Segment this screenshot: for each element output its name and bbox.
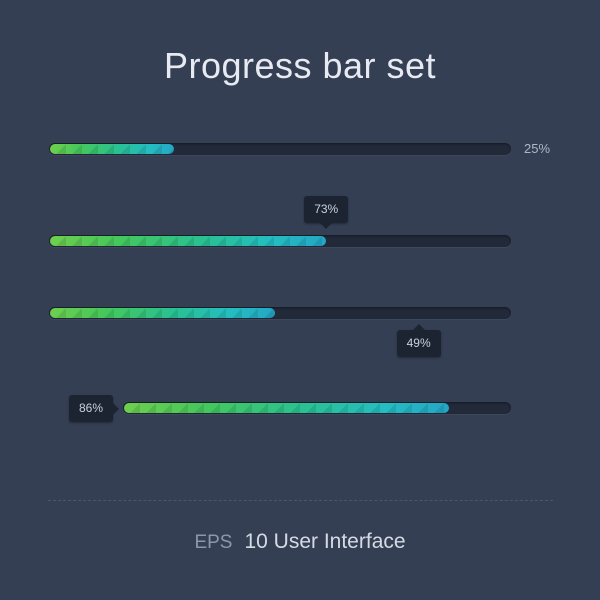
progress-value-label: 25% <box>524 141 550 156</box>
page-title: Progress bar set <box>0 45 600 87</box>
progress-fill <box>124 403 449 413</box>
tooltip-text: 49% <box>407 336 431 350</box>
eps-label: EPS <box>194 532 232 553</box>
progress-tooltip-above: 73% <box>304 196 348 223</box>
progress-bar-3[interactable] <box>49 307 511 319</box>
chevron-down-icon <box>320 223 332 229</box>
progress-tooltip-below: 49% <box>397 330 441 357</box>
footer: EPS 10 User Interface <box>0 530 600 554</box>
chevron-up-icon <box>413 324 425 330</box>
progress-fill <box>50 236 326 246</box>
progress-bar-4[interactable] <box>123 402 511 414</box>
progress-bar-1[interactable] <box>49 143 511 155</box>
progress-bar-2[interactable] <box>49 235 511 247</box>
tooltip-text: 86% <box>79 401 103 415</box>
footer-text: 10 User Interface <box>244 530 405 553</box>
tooltip-text: 73% <box>314 202 338 216</box>
progress-fill <box>50 308 275 318</box>
progress-tooltip-left: 86% <box>69 395 113 422</box>
divider <box>48 500 553 501</box>
progress-fill <box>50 144 174 154</box>
chevron-right-icon <box>113 403 119 415</box>
